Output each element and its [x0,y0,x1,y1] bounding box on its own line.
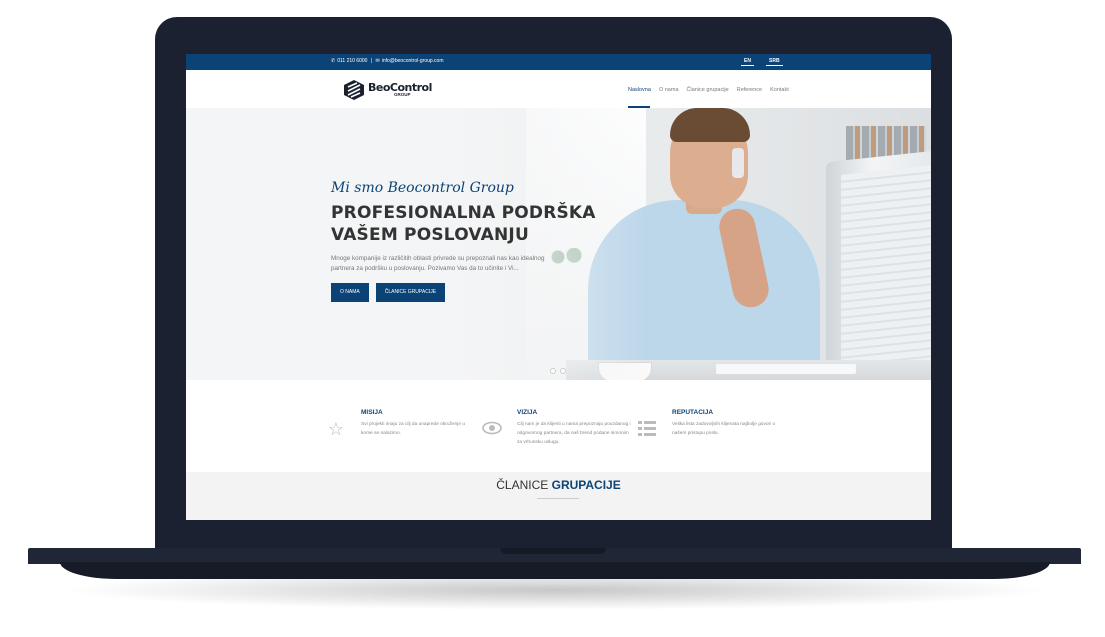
contact-info: ✆ 011 210 6000 | ✉ info@beocontrol-group.c… [331,58,446,64]
eye-icon [482,419,502,439]
hero-title-line2: VAŠEM POSLOVANJU [331,225,529,245]
feature-title: MISIJA [361,409,383,416]
features-section: ☆ MISIJA Svi projekti imaju za cilj da u… [186,403,931,463]
feature-title: VIZIJA [517,409,538,416]
feature-desc: Velika lista zadovoljnih klijenata najbo… [672,422,776,436]
slider-dots [550,368,570,374]
top-bar: ✆ 011 210 6000 | ✉ info@beocontrol-group.c… [186,54,931,70]
nav-item-kontakt[interactable]: Kontakt [770,87,789,93]
list-icon [637,419,657,439]
email-link[interactable]: info@beocontrol-group.com [382,58,444,64]
hero-title: PROFESIONALNA PODRŠKA VAŠEM POSLOVANJU [331,202,631,246]
feature-title: REPUTACIJA [672,409,714,416]
members-title-bold: GRUPACIJE [551,478,621,492]
nav-menu: Naslovna O nama Članice grupacije Refere… [628,87,797,93]
hero-slider: Mi smo Beocontrol Group PROFESIONALNA PO… [186,108,931,380]
nav-item-clanice[interactable]: Članice grupacije [687,87,729,93]
hero-text: Mi smo Beocontrol Group PROFESIONALNA PO… [331,180,631,302]
feature-desc: Cilj nam je da klijenti u nama prepoznaj… [517,422,631,445]
slider-dot-1[interactable] [550,368,556,374]
members-section: ČLANICE GRUPACIJE [186,472,931,520]
hero-phone [732,148,744,178]
logo[interactable]: BeoControl GROUP [343,79,432,101]
lang-en-button[interactable]: EN [741,57,754,66]
o-nama-button[interactable]: O NAMA [331,283,369,302]
members-divider [537,498,579,499]
hero-keyboard [716,364,856,374]
nav-item-reference[interactable]: Reference [737,87,762,93]
main-nav: BeoControl GROUP Naslovna O nama Članice… [186,70,931,109]
logo-icon [344,80,364,100]
hero-man-hair [670,108,750,142]
slider-dot-2[interactable] [560,368,566,374]
members-title-light: ČLANICE [496,478,549,492]
clanice-grupacije-button[interactable]: ČLANICE GRUPACIJE [375,283,446,302]
hero-monitor-screen [841,165,931,370]
star-icon: ☆ [327,419,345,439]
phone-icon: ✆ [331,58,336,64]
contact-separator: | [370,58,373,64]
members-title: ČLANICE GRUPACIJE [186,478,931,492]
nav-item-naslovna[interactable]: Naslovna [628,87,651,93]
laptop-notch [500,548,606,554]
nav-item-o-nama[interactable]: O nama [659,87,679,93]
hero-buttons: O NAMA ČLANICE GRUPACIJE [331,283,631,302]
laptop-base-bottom [60,562,1050,579]
hero-description: Mnoge kompanije iz različitih oblasti pr… [331,255,545,272]
laptop-screen: ✆ 011 210 6000 | ✉ info@beocontrol-group.c… [186,54,931,520]
feature-desc: Svi projekti imaju za cilj da unaprede o… [361,422,465,436]
phone-number[interactable]: 011 210 6000 [337,58,367,64]
hero-subtitle: Mi smo Beocontrol Group [331,180,514,196]
lang-srb-button[interactable]: SRB [766,57,783,66]
mail-icon: ✉ [375,58,380,64]
hero-title-line1: PROFESIONALNA PODRŠKA [331,203,596,223]
